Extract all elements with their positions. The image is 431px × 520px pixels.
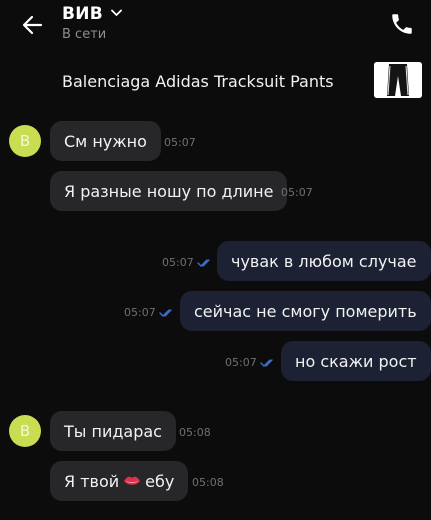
pants-image bbox=[374, 62, 422, 98]
chat-name: ВИВ bbox=[62, 4, 104, 24]
outgoing-message[interactable]: но скажи рост bbox=[281, 341, 431, 381]
sender-avatar[interactable]: В bbox=[9, 415, 41, 447]
sender-avatar[interactable]: В bbox=[9, 125, 41, 157]
online-status: В сети bbox=[62, 27, 107, 42]
product-thumbnail[interactable] bbox=[374, 62, 422, 98]
double-check-icon bbox=[197, 259, 210, 267]
message-time: 05:07 bbox=[225, 356, 257, 369]
message-time: 05:08 bbox=[179, 426, 211, 439]
outgoing-message[interactable]: чувак в любом случае bbox=[217, 241, 431, 281]
incoming-message[interactable]: Я твой ебу bbox=[50, 461, 189, 501]
double-check-icon bbox=[260, 359, 273, 367]
lips-emoji bbox=[124, 476, 141, 485]
product-title: Balenciaga Adidas Tracksuit Pants bbox=[62, 72, 334, 91]
message-time: 05:07 bbox=[124, 306, 156, 319]
chat-header: ВИВ В сети bbox=[0, 0, 431, 60]
chevron-down-icon bbox=[111, 9, 123, 17]
incoming-message[interactable]: См нужно bbox=[50, 121, 161, 161]
message-text: но скажи рост bbox=[295, 351, 417, 371]
incoming-message[interactable]: Ты пидарас bbox=[50, 411, 176, 451]
phone-icon bbox=[392, 14, 412, 34]
double-check-icon bbox=[159, 309, 172, 317]
call-button[interactable] bbox=[389, 11, 415, 37]
message-text-end: ебу bbox=[145, 471, 175, 491]
back-button[interactable] bbox=[20, 12, 46, 38]
message-time: 05:08 bbox=[192, 476, 224, 489]
incoming-message[interactable]: Я разные ношу по длине bbox=[50, 171, 288, 211]
outgoing-message[interactable]: сейчас не смогу померить bbox=[180, 291, 431, 331]
message-text: См нужно bbox=[64, 131, 147, 151]
message-text-start: Я твой bbox=[64, 471, 120, 491]
message-time: 05:07 bbox=[162, 256, 194, 269]
message-text: сейчас не смогу померить bbox=[194, 301, 417, 321]
message-time: 05:07 bbox=[281, 186, 313, 199]
message-time: 05:07 bbox=[164, 136, 196, 149]
message-text: Я разные ношу по длине bbox=[64, 181, 274, 201]
chat-title-area[interactable]: ВИВ В сети bbox=[62, 4, 123, 42]
chat-screen: ВИВ В сети Balenciaga Adidas Tracksuit P… bbox=[0, 0, 431, 520]
arrow-left-icon bbox=[22, 15, 43, 35]
product-banner[interactable]: Balenciaga Adidas Tracksuit Pants bbox=[0, 60, 431, 104]
message-text: Ты пидарас bbox=[64, 421, 162, 441]
message-text: чувак в любом случае bbox=[231, 251, 417, 271]
